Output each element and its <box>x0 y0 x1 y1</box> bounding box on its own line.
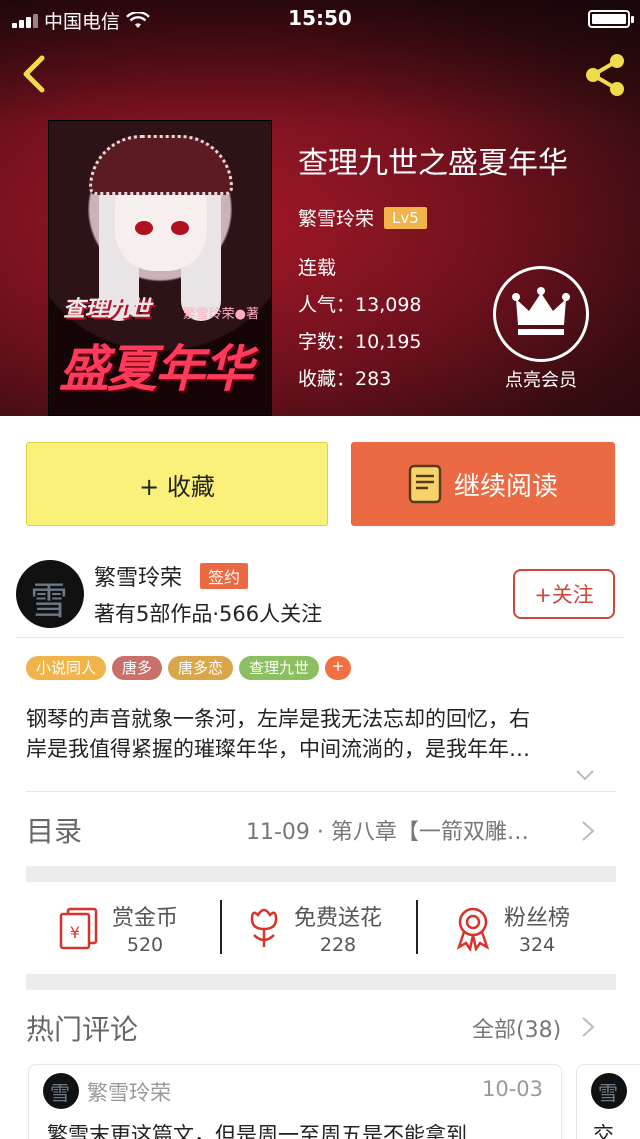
comment-card[interactable]: 交 <box>576 1064 640 1139</box>
back-button[interactable] <box>14 52 54 96</box>
comment-author[interactable]: 繁雪玲荣 <box>87 1077 171 1107</box>
signed-badge: 签约 <box>200 563 249 589</box>
crown-icon <box>493 266 589 362</box>
continue-reading-button[interactable]: 继续阅读 <box>351 442 615 526</box>
continue-reading-label: 继续阅读 <box>453 471 558 502</box>
section-separator <box>26 866 616 882</box>
cover-art-eye-left <box>135 221 153 235</box>
avatar[interactable] <box>43 1073 79 1109</box>
divider <box>416 900 418 954</box>
add-tag-button[interactable]: + <box>325 656 352 680</box>
chevron-right-icon <box>582 1017 595 1037</box>
word-count-label: 字数： <box>298 331 356 353</box>
comment-text: 繁雪末更这篇文，但是周一至周五是不能拿到 <box>47 1123 467 1139</box>
author-summary: 著有5部作品·566人关注 <box>94 602 323 626</box>
comment-card[interactable]: 繁雪玲荣 10-03 繁雪末更这篇文，但是周一至周五是不能拿到 <box>28 1064 562 1139</box>
avatar[interactable] <box>591 1073 627 1109</box>
chevron-left-icon <box>23 55 45 93</box>
author-card[interactable]: 繁雪玲荣 签约 著有5部作品·566人关注 +关注 <box>0 556 640 640</box>
book-title: 查理九世之盛夏年华 <box>298 146 568 181</box>
stat-value: 324 <box>518 934 556 956</box>
word-count-value: 10,195 <box>355 331 422 353</box>
member-button[interactable]: 点亮会员 <box>492 266 590 392</box>
book-cover[interactable]: 查理九世 繁雪玲荣●著 盛夏年华 <box>48 120 272 416</box>
stat-label: 赏金币 <box>112 906 179 931</box>
follow-button[interactable]: +关注 <box>513 569 615 619</box>
svg-text:¥: ¥ <box>70 923 80 942</box>
send-flower-button[interactable]: 免费送花 228 <box>244 882 382 974</box>
popularity-value: 13,098 <box>355 294 422 316</box>
book-author[interactable]: 繁雪玲荣 <box>298 204 374 231</box>
member-label: 点亮会员 <box>505 370 577 391</box>
flower-icon <box>250 908 278 947</box>
book-header: 中国电信 15:50 查理九世 繁雪玲荣●著 盛夏年华 查理九世之盛夏年华 繁雪… <box>0 0 640 416</box>
ribbon-badge-icon <box>456 907 490 951</box>
add-favorite-button[interactable]: + 收藏 <box>26 442 328 526</box>
hot-comments-title: 热门评论 <box>26 1013 139 1046</box>
book-icon <box>408 464 442 504</box>
description-line-2: 岸是我值得紧握的璀璨年华，中间流淌的，是我年年… <box>26 737 530 761</box>
share-icon <box>586 54 624 96</box>
comment-text: 交 <box>593 1123 614 1139</box>
fan-ranking-button[interactable]: 粉丝榜 324 <box>452 882 570 974</box>
share-button[interactable] <box>580 50 630 100</box>
cover-author-mark: 繁雪玲荣●著 <box>182 307 259 322</box>
battery-icon <box>588 10 634 28</box>
red-envelope-icon: ¥ <box>59 907 98 950</box>
tag-list: 小说同人 唐多 唐多恋 查理九世 + <box>26 656 352 680</box>
clock: 15:50 <box>288 6 352 30</box>
favorites-label: 收藏： <box>298 368 356 390</box>
section-separator <box>26 974 616 990</box>
avatar[interactable] <box>16 560 84 628</box>
all-comments-link[interactable]: 全部(38) <box>472 1012 561 1044</box>
tag-item[interactable]: 小说同人 <box>26 656 107 680</box>
comment-date: 10-03 <box>481 1077 543 1101</box>
gold-reward-button[interactable]: ¥ 赏金币 520 <box>56 882 178 974</box>
toc-title: 目录 <box>26 815 83 848</box>
stat-value: 520 <box>126 934 164 956</box>
chevron-right-icon <box>582 821 595 841</box>
reward-stats: ¥ 赏金币 520 免费送花 228 粉丝榜 324 <box>26 882 616 974</box>
chevron-down-icon <box>576 770 594 781</box>
expand-description-button[interactable] <box>574 764 596 786</box>
level-badge: Lv5 <box>384 206 427 229</box>
tag-item[interactable]: 唐多恋 <box>168 656 234 680</box>
stat-value: 228 <box>319 934 357 956</box>
book-description[interactable]: 钢琴的声音就象一条河，左岸是我无法忘却的回忆，右 岸是我值得紧握的璀璨年华，中间… <box>26 704 616 764</box>
table-of-contents-row[interactable]: 目录 11-09 · 第八章【一箭双雕… <box>0 792 640 866</box>
description-line-1: 钢琴的声音就象一条河，左岸是我无法忘却的回忆，右 <box>26 707 530 731</box>
divider <box>16 637 624 638</box>
tag-item[interactable]: 唐多 <box>112 656 163 680</box>
cover-title-small: 查理九世 <box>63 296 152 322</box>
cover-title-large: 盛夏年华 <box>59 339 253 398</box>
cover-art-eye-right <box>171 221 189 235</box>
tag-item[interactable]: 查理九世 <box>239 656 320 680</box>
status-bar: 中国电信 15:50 <box>0 0 640 36</box>
stat-label: 免费送花 <box>294 906 383 931</box>
stat-label: 粉丝榜 <box>504 906 571 931</box>
author-row: 繁雪玲荣 Lv5 <box>298 204 568 231</box>
cover-art-bonnet <box>89 135 233 195</box>
book-detail-content: + 收藏 继续阅读 繁雪玲荣 签约 著有5部作品·566人关注 +关注 小说同人… <box>0 416 640 1139</box>
popularity-label: 人气： <box>298 294 356 316</box>
favorites-value: 283 <box>355 368 392 390</box>
latest-chapter: 11-09 · 第八章【一箭双雕… <box>246 820 529 845</box>
divider <box>220 900 222 954</box>
author-name[interactable]: 繁雪玲荣 <box>94 560 182 592</box>
